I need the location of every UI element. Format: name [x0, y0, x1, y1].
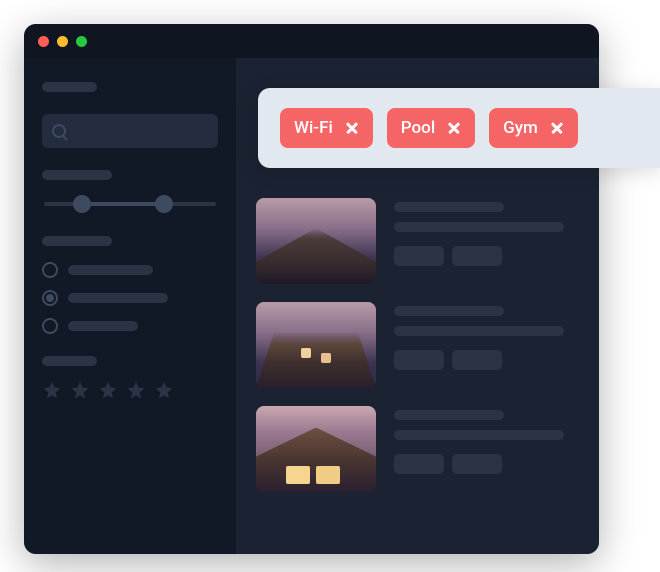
radio-option-1[interactable] [42, 262, 218, 278]
result-thumbnail [256, 198, 376, 284]
range-label-placeholder [42, 170, 112, 180]
range-slider-fill [82, 202, 165, 206]
star-icon[interactable] [70, 380, 90, 400]
result-tag-placeholder [452, 246, 502, 266]
range-slider[interactable] [44, 202, 216, 206]
filter-chip-label: Wi-Fi [294, 118, 333, 138]
range-slider-max-handle[interactable] [155, 195, 173, 213]
list-item[interactable] [256, 302, 579, 388]
filter-chip-label: Gym [503, 118, 538, 138]
window-titlebar [24, 24, 599, 58]
result-tag-placeholder [394, 454, 444, 474]
radio-group-label-placeholder [42, 236, 112, 246]
filter-chip-label: Pool [401, 118, 435, 138]
star-icon[interactable] [98, 380, 118, 400]
star-rating[interactable] [42, 380, 218, 400]
window-maximize-dot[interactable] [76, 36, 87, 47]
filter-chip-gym[interactable]: Gym [489, 108, 578, 148]
close-icon[interactable] [345, 121, 359, 135]
radio-circle-icon [42, 262, 58, 278]
close-icon[interactable] [550, 121, 564, 135]
result-body [394, 198, 579, 266]
result-tag-placeholder [452, 350, 502, 370]
radio-option-label-placeholder [68, 265, 153, 275]
result-subtitle-placeholder [394, 430, 564, 440]
result-title-placeholder [394, 410, 504, 420]
filter-sidebar [24, 58, 236, 554]
list-item[interactable] [256, 198, 579, 284]
window-close-dot[interactable] [38, 36, 49, 47]
radio-option-2[interactable] [42, 290, 218, 306]
active-filters-bar: Wi-Fi Pool Gym [258, 88, 660, 168]
rating-label-placeholder [42, 356, 97, 366]
search-input[interactable] [42, 114, 218, 148]
result-title-placeholder [394, 306, 504, 316]
star-icon[interactable] [154, 380, 174, 400]
star-icon[interactable] [42, 380, 62, 400]
result-subtitle-placeholder [394, 222, 564, 232]
radio-filter-group [42, 236, 218, 334]
list-item[interactable] [256, 406, 579, 492]
close-icon[interactable] [447, 121, 461, 135]
result-tag-placeholder [394, 350, 444, 370]
result-title-placeholder [394, 202, 504, 212]
radio-circle-selected-icon [42, 290, 58, 306]
radio-option-label-placeholder [68, 293, 168, 303]
result-body [394, 302, 579, 370]
result-thumbnail [256, 302, 376, 388]
radio-option-3[interactable] [42, 318, 218, 334]
result-body [394, 406, 579, 474]
result-subtitle-placeholder [394, 326, 564, 336]
range-slider-min-handle[interactable] [73, 195, 91, 213]
result-thumbnail [256, 406, 376, 492]
star-icon[interactable] [126, 380, 146, 400]
result-tag-placeholder [452, 454, 502, 474]
window-minimize-dot[interactable] [57, 36, 68, 47]
radio-circle-icon [42, 318, 58, 334]
range-filter-section [42, 170, 218, 214]
filter-chip-pool[interactable]: Pool [387, 108, 475, 148]
search-icon [52, 124, 66, 138]
result-tag-placeholder [394, 246, 444, 266]
filter-chip-wifi[interactable]: Wi-Fi [280, 108, 373, 148]
sidebar-heading-placeholder [42, 82, 97, 92]
radio-option-label-placeholder [68, 321, 138, 331]
rating-section [42, 356, 218, 400]
